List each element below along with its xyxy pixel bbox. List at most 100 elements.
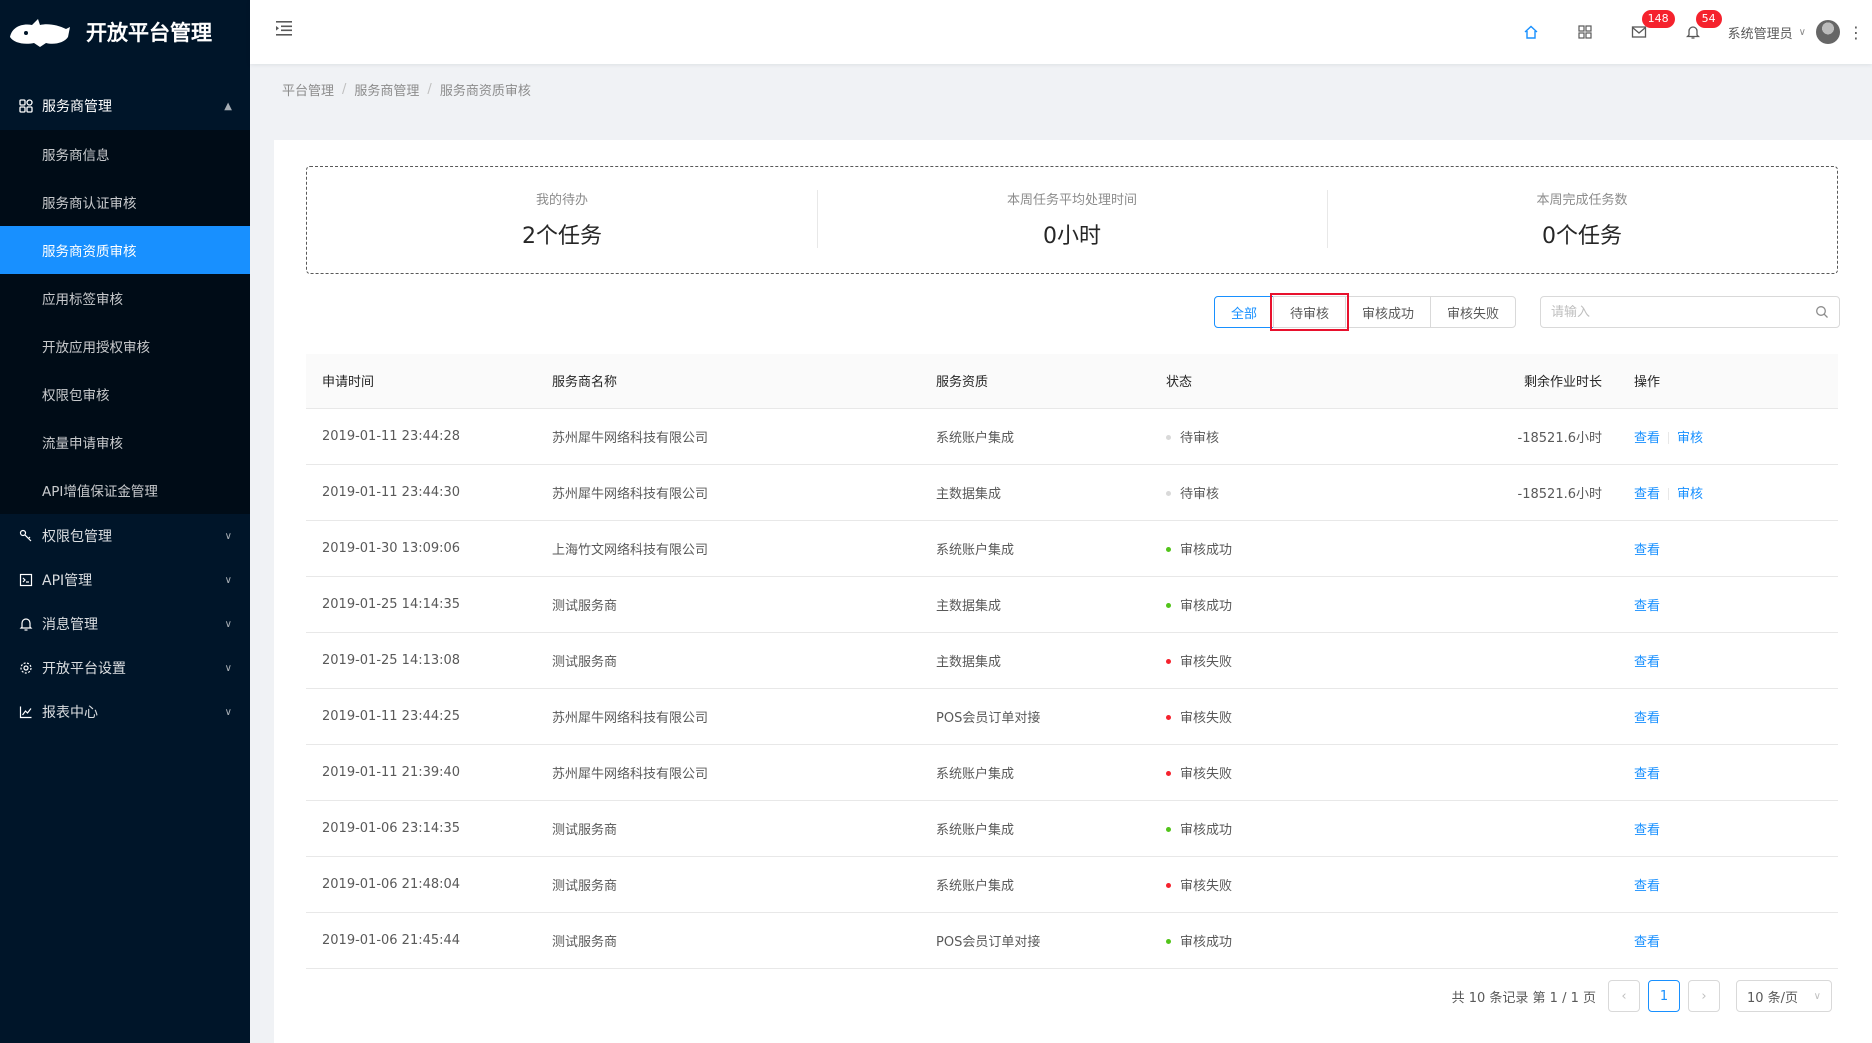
menu-group[interactable]: 开放平台设置 ∨ bbox=[0, 646, 250, 690]
cell-qualification: POS会员订单对接 bbox=[920, 912, 1150, 969]
chevron-down-icon: ∨ bbox=[224, 574, 232, 586]
stat-my-todo: 我的待办 2个任务 bbox=[307, 190, 817, 250]
cell-remaining-time bbox=[1490, 520, 1618, 577]
stats-panel: 我的待办 2个任务 本周任务平均处理时间 0小时 本周完成任务数 0个任务 bbox=[306, 166, 1838, 274]
breadcrumb-item[interactable]: 服务商管理 bbox=[354, 80, 419, 99]
cell-name: 苏州犀牛网络科技有限公司 bbox=[536, 688, 920, 745]
menu-group[interactable]: API管理 ∨ bbox=[0, 558, 250, 602]
view-link[interactable]: 查看 bbox=[1634, 767, 1660, 782]
cell-time: 2019-01-25 14:13:08 bbox=[306, 632, 536, 689]
status-dot bbox=[1166, 490, 1171, 496]
cell-name: 苏州犀牛网络科技有限公司 bbox=[536, 408, 920, 465]
page-size-select[interactable]: 10 条/页 ∨ bbox=[1736, 980, 1832, 1012]
next-page-button[interactable]: › bbox=[1688, 980, 1720, 1012]
search-box bbox=[1540, 296, 1840, 328]
breadcrumb-separator: / bbox=[427, 82, 432, 97]
status-text: 审核成功 bbox=[1180, 934, 1233, 950]
cell-time: 2019-01-06 21:48:04 bbox=[306, 856, 536, 913]
column-header: 剩余作业时长 bbox=[1490, 354, 1618, 409]
more-vertical-icon[interactable]: ⋮ bbox=[1840, 23, 1872, 42]
partners-icon bbox=[18, 98, 34, 114]
breadcrumb: 平台管理 / 服务商管理 / 服务商资质审核 bbox=[282, 80, 531, 99]
cell-actions: 查看 bbox=[1618, 800, 1838, 857]
view-link[interactable]: 查看 bbox=[1634, 879, 1660, 894]
search-icon[interactable] bbox=[1815, 305, 1829, 319]
view-link[interactable]: 查看 bbox=[1634, 823, 1660, 838]
bell-icon bbox=[18, 616, 34, 632]
filter-pending-button[interactable]: 待审核 bbox=[1269, 293, 1349, 331]
cell-remaining-time bbox=[1490, 800, 1618, 857]
status-text: 审核失败 bbox=[1180, 878, 1233, 894]
cell-qualification: 系统账户集成 bbox=[920, 744, 1150, 801]
review-link[interactable]: 审核 bbox=[1677, 487, 1703, 502]
home-button[interactable] bbox=[1504, 0, 1558, 64]
status-text: 审核成功 bbox=[1180, 598, 1233, 614]
gear-icon bbox=[18, 660, 34, 676]
sidebar-subitem[interactable]: 应用标签审核 bbox=[0, 274, 250, 322]
cell-actions: 查看 bbox=[1618, 576, 1838, 633]
view-link[interactable]: 查看 bbox=[1634, 711, 1660, 726]
menu-group[interactable]: 报表中心 ∨ bbox=[0, 690, 250, 734]
mail-button[interactable]: 148 bbox=[1612, 0, 1675, 64]
page-number-button[interactable]: 1 bbox=[1648, 980, 1680, 1012]
filter-all-button[interactable]: 全部 bbox=[1213, 296, 1274, 328]
status-text: 审核成功 bbox=[1180, 822, 1233, 838]
view-link[interactable]: 查看 bbox=[1634, 431, 1660, 446]
stat-avg-time: 本周任务平均处理时间 0小时 bbox=[817, 190, 1327, 250]
review-link[interactable]: 审核 bbox=[1677, 431, 1703, 446]
chevron-down-icon: ∨ bbox=[224, 706, 232, 718]
sidebar-subitem[interactable]: 权限包审核 bbox=[0, 370, 250, 418]
cell-qualification: 主数据集成 bbox=[920, 632, 1150, 689]
sidebar-subitem[interactable]: 服务商资质审核 bbox=[0, 226, 250, 274]
cell-actions: 查看 bbox=[1618, 632, 1838, 689]
menu-group-label: 报表中心 bbox=[42, 705, 98, 721]
filter-success-button[interactable]: 审核成功 bbox=[1344, 296, 1431, 328]
cell-status: 审核成功 bbox=[1150, 912, 1490, 969]
sidebar-subitem[interactable]: 流量申请审核 bbox=[0, 418, 250, 466]
page-size-value: 10 条/页 bbox=[1747, 990, 1799, 1006]
main-card: 我的待办 2个任务 本周任务平均处理时间 0小时 本周完成任务数 0个任务 全部… bbox=[274, 140, 1872, 1043]
stat-value: 0个任务 bbox=[1542, 224, 1622, 249]
menu-group-label: 权限包管理 bbox=[42, 529, 112, 545]
cell-time: 2019-01-11 23:44:30 bbox=[306, 464, 536, 521]
prev-page-button[interactable]: ‹ bbox=[1608, 980, 1640, 1012]
search-input[interactable] bbox=[1551, 304, 1815, 320]
filter-failed-button[interactable]: 审核失败 bbox=[1429, 296, 1516, 328]
app-title: 开放平台管理 bbox=[86, 21, 212, 45]
status-dot bbox=[1166, 658, 1171, 664]
cell-actions: 查看 审核 bbox=[1618, 408, 1838, 465]
user-name: 系统管理员 bbox=[1727, 26, 1793, 42]
cell-remaining-time bbox=[1490, 856, 1618, 913]
logo[interactable]: 开放平台管理 bbox=[0, 0, 250, 64]
cell-remaining-time bbox=[1490, 576, 1618, 633]
breadcrumb-item[interactable]: 平台管理 bbox=[282, 80, 334, 99]
sidebar-subitem[interactable]: 服务商认证审核 bbox=[0, 178, 250, 226]
view-link[interactable]: 查看 bbox=[1634, 543, 1660, 558]
apps-button[interactable] bbox=[1558, 0, 1612, 64]
sidebar-subitem[interactable]: 开放应用授权审核 bbox=[0, 322, 250, 370]
sidebar-subitem[interactable]: 服务商信息 bbox=[0, 130, 250, 178]
notification-button[interactable]: 54 bbox=[1666, 0, 1722, 64]
status-text: 待审核 bbox=[1180, 486, 1220, 502]
status-dot bbox=[1166, 770, 1171, 776]
status-dot bbox=[1166, 546, 1171, 552]
view-link[interactable]: 查看 bbox=[1634, 655, 1660, 670]
stat-label: 本周完成任务数 bbox=[1536, 193, 1628, 208]
user-menu[interactable]: 系统管理员 ∨ bbox=[1728, 20, 1840, 44]
cell-qualification: 系统账户集成 bbox=[920, 856, 1150, 913]
menu-group[interactable]: 权限包管理 ∨ bbox=[0, 514, 250, 558]
view-link[interactable]: 查看 bbox=[1634, 935, 1660, 950]
view-link[interactable]: 查看 bbox=[1634, 599, 1660, 614]
menu-collapse-icon[interactable] bbox=[274, 18, 298, 42]
sidebar-subitem[interactable]: API增值保证金管理 bbox=[0, 466, 250, 514]
pagination: 共 10 条记录 第 1 / 1 页 ‹ 1 › 10 条/页 ∨ bbox=[1452, 980, 1832, 1012]
status-text: 审核失败 bbox=[1180, 766, 1233, 782]
column-header: 服务商名称 bbox=[536, 354, 920, 409]
menu-group[interactable]: 消息管理 ∨ bbox=[0, 602, 250, 646]
menu-group-partners[interactable]: 服务商管理 ▲ bbox=[0, 82, 250, 130]
cell-time: 2019-01-30 13:09:06 bbox=[306, 520, 536, 577]
view-link[interactable]: 查看 bbox=[1634, 487, 1660, 502]
mail-icon bbox=[1631, 26, 1646, 38]
cell-name: 测试服务商 bbox=[536, 912, 920, 969]
chevron-down-icon: ∨ bbox=[1813, 990, 1821, 1002]
